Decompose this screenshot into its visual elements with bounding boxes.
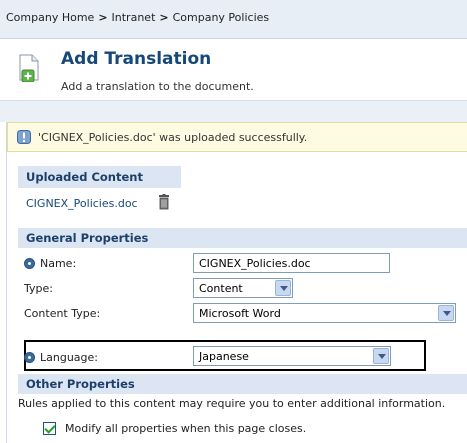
type-label: Type: bbox=[24, 282, 53, 295]
breadcrumb-item-intranet[interactable]: Intranet bbox=[112, 11, 156, 24]
breadcrumb-separator: > bbox=[98, 11, 108, 24]
header-spacer bbox=[0, 101, 467, 122]
breadcrumb-separator: > bbox=[159, 11, 169, 24]
modify-properties-checkbox[interactable] bbox=[43, 422, 56, 435]
general-properties-heading: General Properties bbox=[18, 228, 467, 248]
other-properties-heading: Other Properties bbox=[18, 374, 467, 394]
add-document-icon bbox=[19, 54, 39, 82]
chevron-down-icon[interactable] bbox=[373, 348, 389, 364]
page-header: Add Translation Add a translation to the… bbox=[0, 39, 467, 101]
content-type-select[interactable]: Microsoft Word bbox=[193, 303, 456, 323]
name-label: Name: bbox=[40, 257, 77, 270]
page-title: Add Translation bbox=[61, 49, 212, 69]
breadcrumb: Company Home > Intranet > Company Policies bbox=[0, 0, 467, 39]
required-icon bbox=[24, 352, 35, 363]
language-label: Language: bbox=[40, 351, 98, 364]
uploaded-content-box: Uploaded Content CIGNEX_Policies.doc bbox=[18, 166, 181, 216]
uploaded-file-link[interactable]: CIGNEX_Policies.doc bbox=[26, 197, 138, 210]
page-subtitle: Add a translation to the document. bbox=[61, 80, 254, 93]
chevron-down-icon[interactable] bbox=[275, 280, 291, 296]
trash-icon[interactable] bbox=[158, 194, 170, 210]
chevron-down-icon[interactable] bbox=[438, 305, 454, 321]
modify-properties-label[interactable]: Modify all properties when this page clo… bbox=[65, 422, 306, 435]
info-icon bbox=[17, 130, 31, 144]
type-select[interactable]: Content bbox=[193, 278, 293, 298]
name-input[interactable]: CIGNEX_Policies.doc bbox=[193, 253, 390, 273]
content-type-select-value: Microsoft Word bbox=[199, 307, 281, 320]
rules-text: Rules applied to this content may requir… bbox=[18, 397, 446, 410]
language-select-value: Japanese bbox=[199, 350, 249, 363]
notice-text: 'CIGNEX_Policies.doc' was uploaded succe… bbox=[38, 131, 308, 144]
breadcrumb-item-company-policies[interactable]: Company Policies bbox=[173, 11, 270, 24]
upload-success-notice: 'CIGNEX_Policies.doc' was uploaded succe… bbox=[7, 122, 467, 152]
language-select[interactable]: Japanese bbox=[193, 346, 391, 366]
form-panel: 'CIGNEX_Policies.doc' was uploaded succe… bbox=[6, 122, 467, 443]
breadcrumb-item-company-home[interactable]: Company Home bbox=[6, 11, 94, 24]
uploaded-content-heading: Uploaded Content bbox=[18, 166, 181, 188]
required-icon bbox=[24, 258, 35, 269]
content-type-label: Content Type: bbox=[24, 307, 101, 320]
type-select-value: Content bbox=[199, 282, 243, 295]
